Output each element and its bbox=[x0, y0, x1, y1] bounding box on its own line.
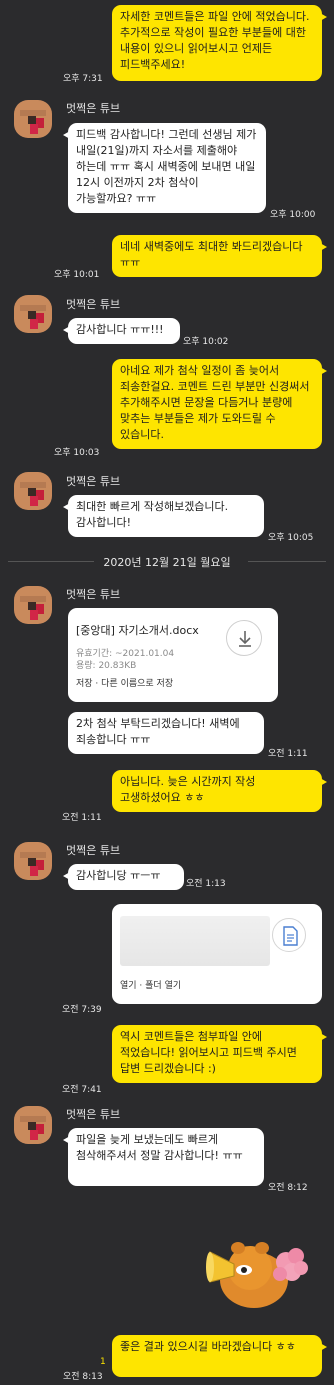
my-message-bubble[interactable]: 역시 코멘트들은 첨부파일 안에 적었습니다! 읽어보시고 피드백 주시면 답변… bbox=[112, 1025, 327, 1083]
their-message-bubble[interactable]: 최대한 빠르게 작성해보겠습니다. 감사합니다! bbox=[63, 495, 264, 537]
avatar[interactable] bbox=[14, 842, 52, 880]
sender-name: 멋쩍은 튜브 bbox=[66, 475, 121, 488]
message-time: 오전 1:13 bbox=[186, 879, 226, 889]
sender-name: 멋쩍은 튜브 bbox=[66, 102, 121, 115]
message-time: 오후 10:02 bbox=[183, 337, 229, 347]
message-time: 오전 7:39 bbox=[62, 1005, 102, 1015]
my-message-bubble[interactable]: 아네요 제가 첨삭 일정이 좀 늦어서 죄송한걸요. 코멘트 드린 부분만 신경… bbox=[112, 359, 327, 449]
message-time: 오후 10:01 bbox=[54, 270, 100, 280]
message-time: 오후 10:05 bbox=[268, 533, 314, 543]
file-attachment-card[interactable]: 열기 · 폴더 열기 bbox=[112, 904, 322, 1004]
avatar[interactable] bbox=[14, 472, 52, 510]
my-message-bubble[interactable]: 좋은 결과 있으시길 바라겠습니다 ㅎㅎ bbox=[112, 1335, 327, 1377]
sender-name: 멋쩍은 튜브 bbox=[66, 298, 121, 311]
file-open-actions[interactable]: 열기 · 폴더 열기 bbox=[120, 978, 181, 991]
their-message-bubble[interactable]: 감사합니당 ㅠㅡㅠ bbox=[63, 864, 184, 890]
my-message-bubble[interactable]: 아닙니다. 늦은 시간까지 작성 고생하셨어요 ㅎㅎ bbox=[112, 770, 327, 812]
avatar[interactable] bbox=[14, 100, 52, 138]
document-icon[interactable] bbox=[272, 918, 306, 952]
download-icon[interactable] bbox=[226, 620, 262, 656]
my-message-bubble[interactable]: 자세한 코멘트들은 파일 안에 적었습니다. 추가적으로 작성이 필요한 부분들… bbox=[112, 5, 327, 81]
avatar[interactable] bbox=[14, 295, 52, 333]
file-save-actions[interactable]: 저장 · 다른 이름으로 저장 bbox=[76, 676, 173, 689]
their-message-bubble[interactable]: 피드백 감사합니다! 그런데 선생님 제가 내일(21일)까지 자소서를 제출해… bbox=[63, 123, 266, 213]
their-message-bubble[interactable]: 감사합니다 ㅠㅠ!!! bbox=[63, 318, 180, 344]
message-time: 오전 8:13 bbox=[63, 1372, 103, 1382]
their-message-bubble[interactable]: 파일을 늦게 보냈는데도 빠르게 첨삭해주셔서 정말 감사합니다! ㅠㅠ bbox=[63, 1128, 264, 1186]
avatar[interactable] bbox=[14, 1106, 52, 1144]
sender-name: 멋쩍은 튜브 bbox=[66, 844, 121, 857]
my-message-bubble[interactable]: 네네 새벽중에도 최대한 봐드리겠습니다 ㅠㅠ bbox=[112, 235, 327, 277]
unread-count: 1 bbox=[100, 1357, 106, 1367]
avatar[interactable] bbox=[14, 586, 52, 624]
chat-window: 자세한 코멘트들은 파일 안에 적었습니다. 추가적으로 작성이 필요한 부분들… bbox=[0, 0, 334, 1385]
message-time: 오후 7:31 bbox=[63, 74, 103, 84]
message-time: 오후 10:03 bbox=[54, 448, 100, 458]
file-attachment-card[interactable]: [중앙대] 자기소개서.docx 유효기간: ~2021.01.04 용량: 2… bbox=[68, 608, 278, 702]
blurred-file-preview bbox=[120, 916, 270, 966]
ryan-sticker[interactable] bbox=[200, 1212, 312, 1312]
message-time: 오전 1:11 bbox=[268, 749, 308, 759]
file-size: 용량: 20.83KB bbox=[76, 661, 137, 671]
message-time: 오전 8:12 bbox=[268, 1183, 308, 1193]
message-time: 오전 7:41 bbox=[62, 1085, 102, 1095]
message-time: 오전 1:11 bbox=[62, 813, 102, 823]
sender-name: 멋쩍은 튜브 bbox=[66, 1108, 121, 1121]
message-time: 오후 10:00 bbox=[270, 210, 316, 220]
date-divider: 2020년 12월 21일 월요일 bbox=[0, 552, 334, 572]
file-name[interactable]: [중앙대] 자기소개서.docx bbox=[76, 622, 199, 638]
their-message-bubble[interactable]: 2차 첨삭 부탁드리겠습니다! 새벽에 죄송합니다 ㅠㅠ bbox=[68, 712, 264, 754]
sender-name: 멋쩍은 튜브 bbox=[66, 588, 121, 601]
